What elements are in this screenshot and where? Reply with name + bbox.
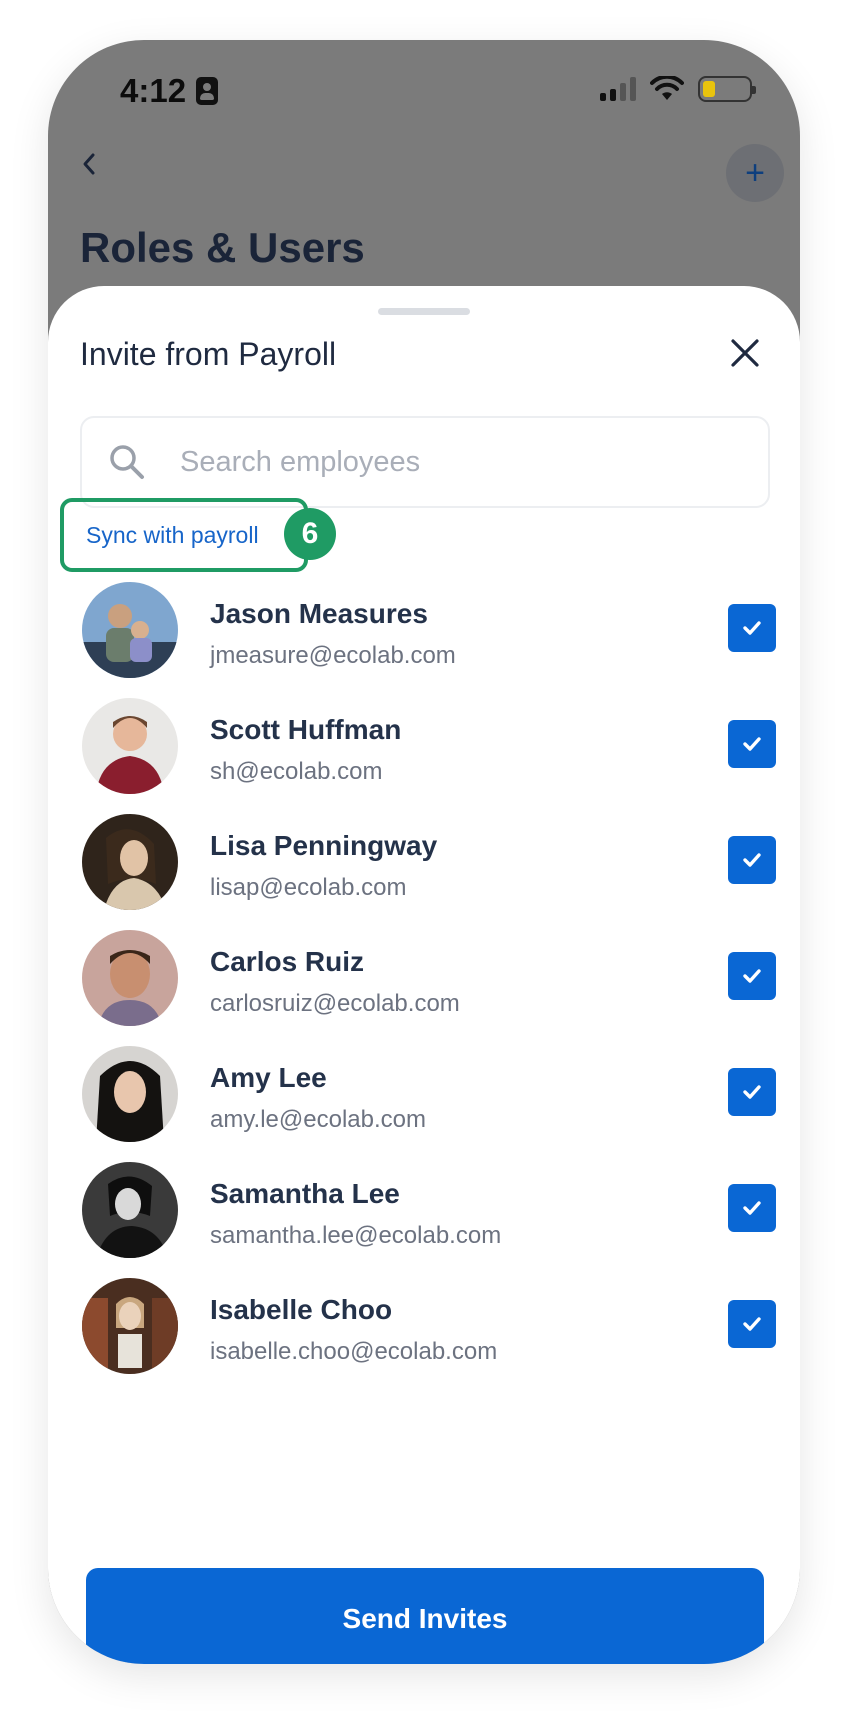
sheet-drag-handle[interactable] xyxy=(378,308,470,315)
status-bar-indicators xyxy=(600,76,756,102)
employee-name: Amy Lee xyxy=(210,1062,327,1093)
battery-icon xyxy=(698,76,756,102)
select-checkbox[interactable] xyxy=(728,720,776,768)
employee-name: Scott Huffman xyxy=(210,714,402,745)
wifi-icon xyxy=(650,76,684,100)
check-icon xyxy=(743,737,761,751)
employee-email: jmeasure@ecolab.com xyxy=(210,642,456,669)
check-icon xyxy=(743,969,761,983)
send-invites-button[interactable]: Send Invites xyxy=(86,1568,764,1664)
list-item[interactable]: Samantha Lee samantha.lee@ecolab.com xyxy=(48,1160,800,1288)
invite-bottom-sheet: Invite from Payroll Sync with payroll 6 xyxy=(48,286,800,1664)
employee-list: Jason Measures jmeasure@ecolab.com Scott… xyxy=(48,580,800,1380)
sheet-title: Invite from Payroll xyxy=(80,336,337,372)
check-icon xyxy=(743,853,761,867)
avatar xyxy=(82,1046,178,1142)
employee-name: Samantha Lee xyxy=(210,1178,400,1209)
close-icon[interactable] xyxy=(730,338,760,368)
select-checkbox[interactable] xyxy=(728,604,776,652)
employee-name: Jason Measures xyxy=(210,598,428,629)
employee-email: isabelle.choo@ecolab.com xyxy=(210,1338,498,1365)
employee-email: sh@ecolab.com xyxy=(210,758,383,785)
employee-name: Carlos Ruiz xyxy=(210,946,365,977)
check-icon xyxy=(743,1085,761,1099)
list-item[interactable]: Scott Huffman sh@ecolab.com xyxy=(48,696,800,824)
employee-name: Isabelle Choo xyxy=(210,1294,393,1325)
page-title: Roles & Users xyxy=(80,224,365,271)
check-icon xyxy=(743,621,761,635)
employee-email: carlosruiz@ecolab.com xyxy=(210,990,460,1017)
cellular-signal-icon xyxy=(600,77,636,101)
phone-frame: 4:12 + Roles & Users Invite from Payroll xyxy=(48,40,800,1664)
search-bar[interactable] xyxy=(80,416,770,508)
list-item[interactable]: Isabelle Choo isabelle.choo@ecolab.com xyxy=(48,1276,800,1380)
clock: 4:12 xyxy=(120,72,187,109)
employee-email: lisap@ecolab.com xyxy=(210,874,407,901)
select-checkbox[interactable] xyxy=(728,1068,776,1116)
select-checkbox[interactable] xyxy=(728,952,776,1000)
check-icon xyxy=(743,1317,761,1331)
avatar xyxy=(82,814,178,910)
plus-icon: + xyxy=(745,154,765,192)
status-bar-time: 4:12 xyxy=(120,72,219,110)
list-item[interactable]: Amy Lee amy.le@ecolab.com xyxy=(48,1044,800,1172)
select-checkbox[interactable] xyxy=(728,1300,776,1348)
back-chevron-icon[interactable] xyxy=(78,152,102,176)
check-icon xyxy=(743,1201,761,1215)
sync-with-payroll-link[interactable]: Sync with payroll xyxy=(86,522,259,549)
select-checkbox[interactable] xyxy=(728,836,776,884)
select-checkbox[interactable] xyxy=(728,1184,776,1232)
employee-email: amy.le@ecolab.com xyxy=(210,1106,426,1133)
add-user-button[interactable]: + xyxy=(726,144,784,202)
employee-name: Lisa Penningway xyxy=(210,830,438,861)
employee-email: samantha.lee@ecolab.com xyxy=(210,1222,502,1249)
avatar xyxy=(82,698,178,794)
step-number-badge: 6 xyxy=(284,508,336,560)
avatar xyxy=(82,582,178,678)
avatar xyxy=(82,1278,178,1374)
id-card-icon xyxy=(196,77,219,105)
list-item[interactable]: Lisa Penningway lisap@ecolab.com xyxy=(48,812,800,940)
avatar xyxy=(82,1162,178,1258)
avatar xyxy=(82,930,178,1026)
search-input[interactable] xyxy=(180,445,700,479)
list-item[interactable]: Jason Measures jmeasure@ecolab.com xyxy=(48,580,800,708)
list-item[interactable]: Carlos Ruiz carlosruiz@ecolab.com xyxy=(48,928,800,1056)
sync-highlight-callout: Sync with payroll xyxy=(60,498,308,572)
search-icon xyxy=(110,445,144,479)
